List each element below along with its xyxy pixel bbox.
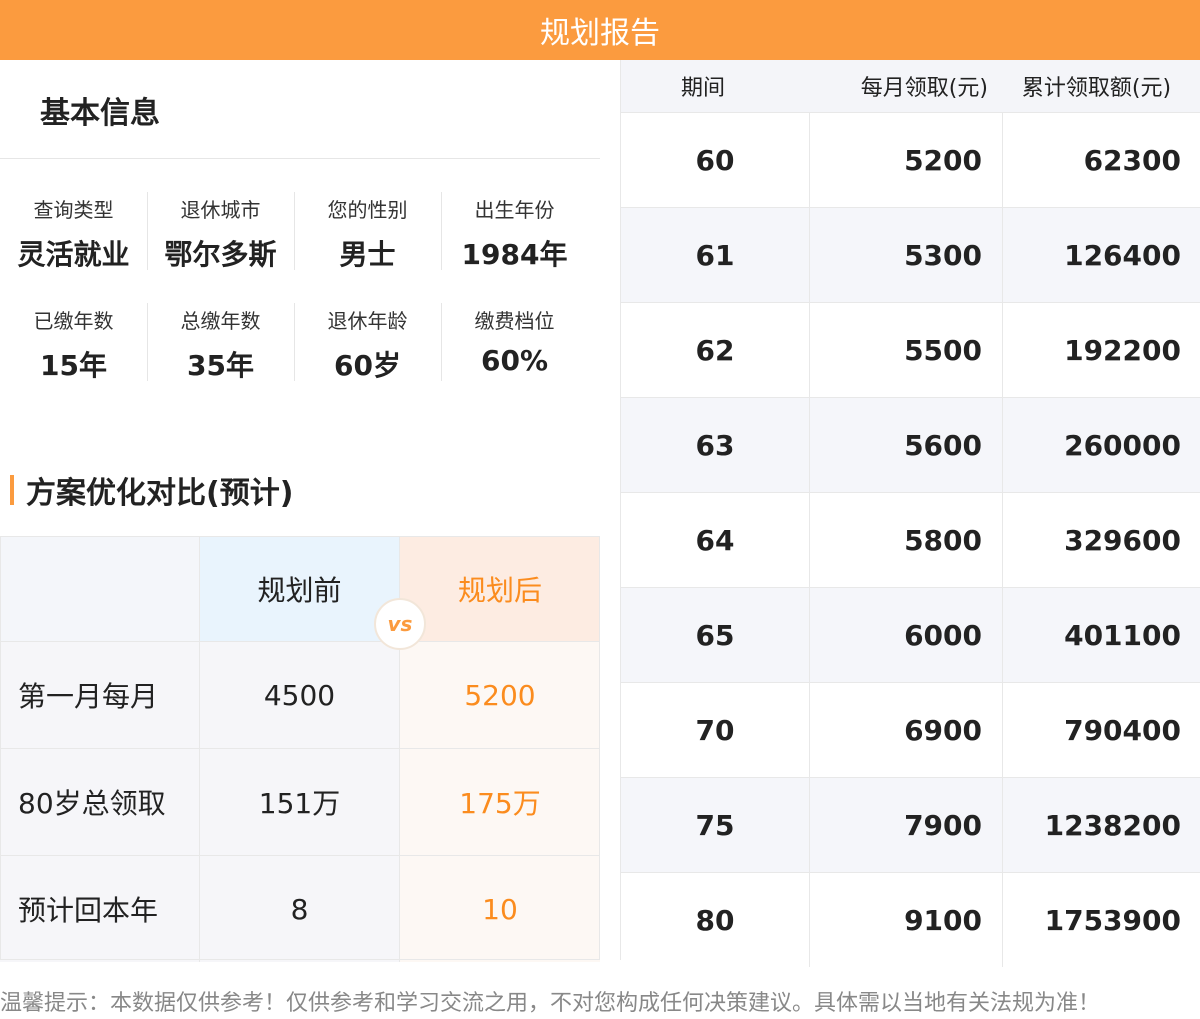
period-cell: 70 (621, 683, 810, 777)
cumulative-cell: 192200 (1064, 333, 1181, 367)
section-accent-bar (10, 475, 14, 505)
table-row: 62 5500 192200 (621, 302, 1200, 397)
info-value: 60% (480, 344, 549, 377)
comparison-row: 第一月每月 4500 5200 (0, 641, 600, 748)
column-header-period: 期间 (681, 76, 726, 101)
period-cell: 62 (621, 303, 810, 397)
comparison-row-label: 第一月每月 (0, 642, 200, 748)
info-value: 灵活就业 (17, 238, 130, 271)
before-value: 8 (200, 856, 400, 962)
info-value: 35年 (187, 349, 254, 382)
period-cell: 63 (621, 398, 810, 492)
cumulative-cell: 126400 (1064, 238, 1181, 272)
monthly-cell: 6000 (810, 588, 1003, 682)
page-title: 规划报告 (540, 16, 660, 51)
payout-table: 期间 每月领取(元) 累计领取额(元) 60 5200 62300 61 530… (620, 60, 1200, 967)
comparison-row: 80岁总领取 151万 175万 (0, 748, 600, 855)
info-item-gender: 您的性别 男士 (294, 180, 441, 291)
period-cell: 64 (621, 493, 810, 587)
monthly-cell: 5500 (810, 303, 1003, 397)
column-header-monthly: 每月领取(元) (860, 76, 988, 101)
info-item-birth-year: 出生年份 1984年 (441, 180, 588, 291)
info-label: 缴费档位 (474, 309, 555, 333)
period-cell: 65 (621, 588, 810, 682)
monthly-cell: 5300 (810, 208, 1003, 302)
info-item-retire-age: 退休年龄 60岁 (294, 291, 441, 402)
page-header: 规划报告 (0, 0, 1200, 60)
info-label: 已缴年数 (33, 309, 114, 333)
left-panel: 基本信息 查询类型 灵活就业 退休城市 鄂尔多斯 您的性别 男士 出生年份 19… (0, 60, 600, 962)
comparison-row: 预计回本年 8 10 (0, 855, 600, 962)
info-value: 鄂尔多斯 (164, 238, 277, 271)
basic-info-grid: 查询类型 灵活就业 退休城市 鄂尔多斯 您的性别 男士 出生年份 1984年 已… (0, 180, 588, 402)
before-value: 151万 (200, 749, 400, 855)
comparison-title: 方案优化对比(预计) (26, 476, 294, 511)
monthly-cell: 9100 (810, 873, 1003, 967)
comparison-row-label: 预计回本年 (0, 856, 200, 962)
info-value: 60岁 (334, 349, 401, 382)
info-value: 男士 (339, 238, 396, 271)
basic-info-title: 基本信息 (40, 96, 160, 131)
comparison-header-row: 规划前 规划后 (0, 536, 600, 641)
table-row: 65 6000 401100 (621, 587, 1200, 682)
monthly-cell: 6900 (810, 683, 1003, 777)
table-row: 64 5800 329600 (621, 492, 1200, 587)
cumulative-cell: 1753900 (1044, 903, 1181, 937)
info-value: 1984年 (461, 238, 568, 271)
table-row: 75 7900 1238200 (621, 777, 1200, 872)
divider (0, 158, 600, 159)
comparison-corner (0, 536, 200, 641)
cumulative-cell: 329600 (1064, 523, 1181, 557)
info-item-query-type: 查询类型 灵活就业 (0, 180, 147, 291)
vs-badge: vs (374, 598, 426, 650)
info-label: 您的性别 (327, 198, 408, 222)
cumulative-cell: 62300 (1083, 143, 1181, 177)
info-label: 退休年龄 (327, 309, 408, 333)
monthly-cell: 7900 (810, 778, 1003, 872)
period-cell: 61 (621, 208, 810, 302)
cumulative-cell: 260000 (1064, 428, 1181, 462)
after-value: 175万 (400, 749, 600, 855)
vs-text: vs (387, 612, 413, 636)
info-label: 退休城市 (180, 198, 261, 222)
info-item-city: 退休城市 鄂尔多斯 (147, 180, 294, 291)
info-item-total-years: 总缴年数 35年 (147, 291, 294, 402)
table-row: 63 5600 260000 (621, 397, 1200, 492)
info-item-contribution-level: 缴费档位 60% (441, 291, 588, 402)
after-value: 10 (400, 856, 600, 962)
table-row: 60 5200 62300 (621, 112, 1200, 207)
monthly-cell: 5600 (810, 398, 1003, 492)
comparison-row-label: 80岁总领取 (0, 749, 200, 855)
info-row: 已缴年数 15年 总缴年数 35年 退休年龄 60岁 缴费档位 60% (0, 291, 588, 402)
table-row: 61 5300 126400 (621, 207, 1200, 302)
period-cell: 60 (621, 113, 810, 207)
disclaimer-text: 温馨提示：本数据仅供参考！仅供参考和学习交流之用，不对您构成任何决策建议。具体需… (0, 991, 1101, 1016)
comparison-table: 规划前 规划后 第一月每月 4500 5200 80岁总领取 151万 175万… (0, 536, 600, 962)
table-row: 80 9100 1753900 (621, 872, 1200, 967)
cumulative-cell: 401100 (1064, 618, 1181, 652)
after-value: 5200 (400, 642, 600, 748)
period-cell: 80 (621, 873, 810, 967)
info-label: 查询类型 (33, 198, 114, 222)
info-item-paid-years: 已缴年数 15年 (0, 291, 147, 402)
monthly-cell: 5200 (810, 113, 1003, 207)
info-label: 总缴年数 (180, 309, 261, 333)
table-row: 70 6900 790400 (621, 682, 1200, 777)
info-label: 出生年份 (474, 198, 555, 222)
cumulative-cell: 1238200 (1044, 808, 1181, 842)
period-cell: 75 (621, 778, 810, 872)
after-header: 规划后 (400, 536, 600, 641)
info-row: 查询类型 灵活就业 退休城市 鄂尔多斯 您的性别 男士 出生年份 1984年 (0, 180, 588, 291)
monthly-cell: 5800 (810, 493, 1003, 587)
info-value: 15年 (40, 349, 107, 382)
before-value: 4500 (200, 642, 400, 748)
payout-table-header: 期间 每月领取(元) 累计领取额(元) (621, 60, 1200, 112)
before-header: 规划前 (200, 536, 400, 641)
comparison-section-title: 方案优化对比(预计) (10, 468, 293, 512)
column-header-cumulative: 累计领取额(元) (1021, 76, 1172, 101)
cumulative-cell: 790400 (1064, 713, 1181, 747)
